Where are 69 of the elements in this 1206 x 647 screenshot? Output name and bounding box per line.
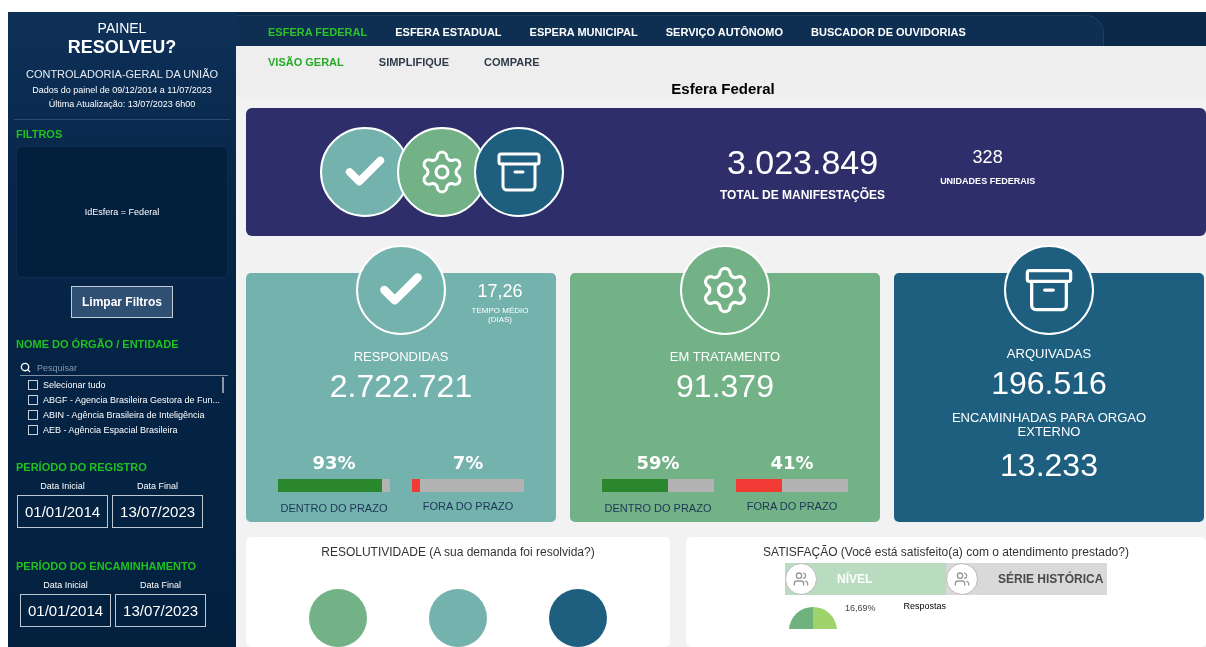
nav-tab[interactable]: ESPERA MUNICIPAL	[529, 26, 638, 38]
section-title: PERÍODO DO REGISTRO	[16, 461, 148, 473]
card-subtitle: ENCAMINHADAS PARA ORGAO EXTERNO	[950, 411, 1148, 439]
entity-list-item[interactable]: ABIN - Agência Brasileira de Inteligência	[28, 407, 221, 422]
entity-list-item[interactable]: AEB - Agência Espacial Brasileira	[28, 422, 221, 437]
units-label: UNIDADES FEDERAIS	[940, 175, 1036, 186]
search-icon	[20, 362, 31, 373]
people-icon	[785, 563, 817, 595]
section-title: NOME DO ÓRGÃO / ENTIDADE	[16, 338, 180, 350]
percent-value: 59%	[636, 452, 680, 473]
checkbox[interactable]	[28, 409, 38, 420]
chart-circle	[549, 589, 607, 647]
checkbox[interactable]	[28, 424, 38, 435]
end-date-field[interactable]: 13/07/2023	[112, 495, 204, 528]
average-time-value: 17,26	[477, 281, 523, 302]
start-date-field[interactable]: 01/01/2014	[20, 594, 112, 627]
organization-name: CONTROLADORIA-GERAL DA UNIÃO	[25, 68, 219, 80]
start-date-label: Data Inicial	[40, 481, 85, 491]
panel-title: RESOLUTIVIDADE (A sua demanda foi resolvida?)	[321, 545, 595, 559]
card-value: 196.516	[991, 365, 1107, 401]
panel-subtitle: RESOLVEU?	[67, 36, 177, 58]
progress-label: FORA DO PRAZO	[422, 500, 514, 512]
last-update-text: Última Atualização: 13/07/2023 6h00	[48, 98, 196, 111]
sub-tab[interactable]: SIMPLIFIQUE	[378, 56, 450, 68]
total-label: TOTAL DE MANIFESTAÇÕES	[720, 188, 886, 202]
search-field[interactable]: Pesquisar	[37, 362, 217, 373]
percent-value: 41%	[770, 452, 814, 473]
page-title: Esfera Federal	[670, 80, 776, 97]
scrollbar-thumb[interactable]	[222, 377, 224, 393]
nav-tab[interactable]: ESFERA FEDERAL	[268, 26, 368, 38]
people-icon	[946, 563, 978, 595]
entity-list-item[interactable]: ABGF - Agencia Brasileira Gestora de Fun...	[28, 392, 221, 407]
card-value: 13.233	[1000, 447, 1098, 483]
end-date-label: Data Final	[140, 580, 182, 590]
card-value: 91.379	[676, 368, 774, 404]
card-title: ARQUIVADAS	[1006, 346, 1092, 361]
nav-tab[interactable]: BUSCADOR DE OUVIDORIAS	[811, 26, 966, 38]
checkbox[interactable]	[28, 394, 38, 405]
sub-tab[interactable]: COMPARE	[484, 56, 540, 68]
legend-title: Respostas	[903, 601, 947, 611]
total-value: 3.023.849	[726, 142, 879, 182]
panel-title: PAINEL	[97, 20, 147, 36]
section-title: FILTROS	[16, 128, 64, 140]
start-date-label: Data Inicial	[43, 580, 88, 590]
average-time-label: TEMPO MÉDIO (DIAS)	[470, 306, 530, 324]
progress-label: FORA DO PRAZO	[746, 500, 838, 512]
card-title: EM TRATAMENTO	[669, 349, 781, 364]
nav-tab[interactable]: ESFERA ESTADUAL	[395, 26, 502, 38]
progress-label: DENTRO DO PRAZO	[280, 502, 388, 514]
chart-circle	[309, 589, 367, 647]
clear-filters-button[interactable]: Limpar Filtros	[71, 286, 173, 318]
end-date-field[interactable]: 13/07/2023	[115, 594, 207, 627]
end-date-label: Data Final	[137, 481, 179, 491]
nav-tab[interactable]: SERVIÇO AUTÔNOMO	[665, 26, 784, 38]
card-value: 2.722.721	[329, 368, 473, 404]
units-value: 328	[972, 146, 1003, 168]
card-title: RESPONDIDAS	[353, 349, 449, 364]
chart-circle	[429, 589, 487, 647]
progress-label: DENTRO DO PRAZO	[604, 502, 712, 514]
percent-value: 7%	[452, 452, 484, 473]
start-date-field[interactable]: 01/01/2014	[17, 495, 109, 528]
checkbox[interactable]	[28, 379, 38, 390]
section-title: PERÍODO DO ENCAMINHAMENTO	[16, 560, 198, 572]
entity-list-item[interactable]: Selecionar tudo	[28, 377, 221, 392]
data-range-text: Dados do painel de 09/12/2014 a 11/07/2023	[32, 84, 212, 97]
panel-title: SATISFAÇÃO (Você está satisfeito(a) com o atendimento prestado?)	[763, 545, 1129, 559]
percent-value: 93%	[312, 452, 356, 473]
pie-data-label: 16,69%	[845, 603, 876, 613]
applied-filter: IdEsfera = Federal	[84, 207, 160, 217]
